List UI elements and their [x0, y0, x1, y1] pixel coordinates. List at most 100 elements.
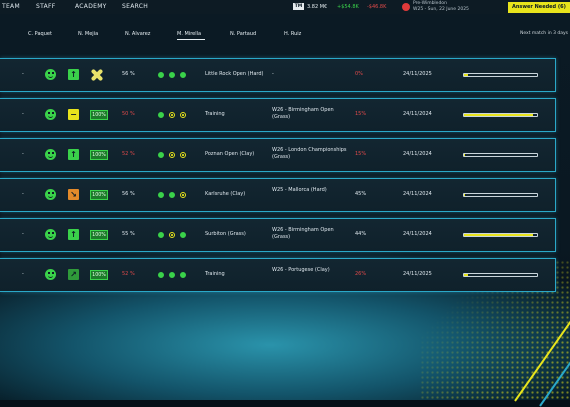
win-percent: 56 % [122, 191, 135, 197]
fitness-badge: 100% [90, 230, 108, 240]
satisfaction-bar [463, 113, 538, 117]
win-percent: 52 % [122, 271, 135, 277]
game-plan-icon[interactable] [169, 232, 175, 238]
entry-chance: 15% [355, 111, 367, 117]
next-event: W26 - Birmingham Open (Grass) [272, 107, 334, 120]
nav-staff[interactable]: STAFF [36, 3, 56, 10]
injury-cross-icon [91, 69, 103, 81]
game-plan-icon[interactable] [180, 72, 186, 78]
contract-end-date: 24/11/2024 [403, 111, 432, 117]
nav-academy[interactable]: ACADEMY [75, 3, 107, 10]
mood-smiley-icon [45, 149, 56, 160]
game-plan-icon[interactable] [158, 232, 164, 238]
tm-logo-icon: TM [293, 3, 304, 10]
entry-chance: 26% [355, 271, 367, 277]
nav-team[interactable]: TEAM [2, 3, 20, 10]
calendar-icon [402, 3, 410, 11]
contract-end-date: 24/11/2025 [403, 271, 432, 277]
contract-end-date: 24/11/2024 [403, 231, 432, 237]
top-nav-bar: TEAM STAFF ACADEMY SEARCH TM 3.82 M€ +$5… [0, 0, 570, 14]
win-percent: 50 % [122, 111, 135, 117]
win-percent: 55 % [122, 231, 135, 237]
game-plan-icon[interactable] [169, 272, 175, 278]
this-week-event: Surbiton (Grass) [205, 231, 246, 237]
table-row[interactable]: - ↑ 56 % Little Rock Open (Hard) - 0% 24/11/20… [0, 58, 556, 92]
player-tabs: C. Paquet N. Mejia N. Alvarez M. Mirella… [0, 14, 570, 40]
table-row[interactable]: - ↗ 100% 52 % Training W26 - Portugese (Clay)… [0, 258, 556, 292]
satisfaction-bar [463, 193, 538, 197]
satisfaction-bar-fill [464, 74, 468, 76]
income: +$54.8K [337, 4, 359, 10]
row-dash: - [22, 231, 24, 237]
table-row[interactable]: - ↑ 100% 55 % Surbiton (Grass) W26 - Birmingh… [0, 218, 556, 252]
trend-arrow-icon: ↑ [68, 69, 79, 80]
nav-search[interactable]: SEARCH [122, 3, 148, 10]
fitness-badge: 100% [90, 270, 108, 280]
trend-arrow-icon: ↗ [68, 269, 79, 280]
contract-end-date: 24/11/2024 [403, 151, 432, 157]
contract-end-date: 24/11/2024 [403, 191, 432, 197]
mood-smiley-icon [45, 269, 56, 280]
column-header-bar: ELO▼ M▼ S▼ P▼ % WIN▼ GAME PLANS▼ THIS WE… [0, 31, 556, 73]
next-event: W26 - London Championships (Grass) [272, 147, 347, 160]
row-dash: - [22, 151, 24, 157]
game-plan-icon[interactable] [169, 152, 175, 158]
game-plan-icon[interactable] [158, 272, 164, 278]
game-plan-icon[interactable] [180, 152, 186, 158]
satisfaction-bar-fill [464, 274, 468, 276]
win-percent: 52 % [122, 151, 135, 157]
next-event: W26 - Portugese (Clay) [272, 267, 330, 273]
next-event: - [272, 71, 274, 77]
row-dash: - [22, 111, 24, 117]
current-date: Pre-Wimbledon W25 - Sun, 22 June 2025 [413, 1, 469, 12]
satisfaction-bar-fill [464, 154, 466, 156]
game-plan-icon[interactable] [180, 192, 186, 198]
row-dash: - [22, 191, 24, 197]
game-plan-icon[interactable] [158, 112, 164, 118]
satisfaction-bar [463, 153, 538, 157]
trend-arrow-icon: ↑ [68, 149, 79, 160]
game-plan-icon[interactable] [169, 72, 175, 78]
mood-smiley-icon [45, 69, 56, 80]
this-week-event: Karlsruhe (Clay) [205, 191, 246, 197]
this-week-event: Training [205, 111, 225, 117]
contract-end-date: 24/11/2025 [403, 71, 432, 77]
entry-chance: 45% [355, 191, 367, 197]
next-event: W25 - Mallorca (Hard) [272, 187, 327, 193]
game-plan-icon[interactable] [169, 192, 175, 198]
next-event: W26 - Birmingham Open (Grass) [272, 227, 334, 240]
this-week-event: Training [205, 271, 225, 277]
table-row[interactable]: - ↑ 100% 52 % Poznan Open (Clay) W26 - London… [0, 138, 556, 172]
entry-chance: 0% [355, 71, 363, 77]
game-plan-icon[interactable] [158, 72, 164, 78]
this-week-event: Poznan Open (Clay) [205, 151, 255, 157]
table-row[interactable]: - − 100% 50 % Training W26 - Birmingham Open … [0, 98, 556, 132]
entry-chance: 15% [355, 151, 367, 157]
trend-arrow-icon: ↘ [68, 189, 79, 200]
satisfaction-bar [463, 73, 538, 77]
game-plan-icon[interactable] [180, 272, 186, 278]
trend-arrow-icon: ↑ [68, 229, 79, 240]
entry-chance: 44% [355, 231, 367, 237]
fitness-badge: 100% [90, 110, 108, 120]
fitness-badge: 100% [90, 190, 108, 200]
satisfaction-bar [463, 273, 538, 277]
game-plan-icon[interactable] [180, 112, 186, 118]
mood-smiley-icon [45, 229, 56, 240]
trend-arrow-icon: − [68, 109, 79, 120]
row-dash: - [22, 271, 24, 277]
table-row[interactable]: - ↘ 100% 56 % Karlsruhe (Clay) W25 - Mallorca… [0, 178, 556, 212]
game-plan-icon[interactable] [158, 192, 164, 198]
game-plan-icon[interactable] [169, 112, 175, 118]
answer-needed-button[interactable]: Answer Needed (6) [508, 2, 570, 13]
satisfaction-bar-fill [464, 234, 534, 236]
game-plan-icon[interactable] [158, 152, 164, 158]
win-percent: 56 % [122, 71, 135, 77]
expenses: -$46.8K [367, 4, 387, 10]
mood-smiley-icon [45, 189, 56, 200]
satisfaction-bar [463, 233, 538, 237]
game-plan-icon[interactable] [180, 232, 186, 238]
row-dash: - [22, 71, 24, 77]
fitness-badge: 100% [90, 150, 108, 160]
balance: 3.82 M€ [307, 4, 328, 10]
